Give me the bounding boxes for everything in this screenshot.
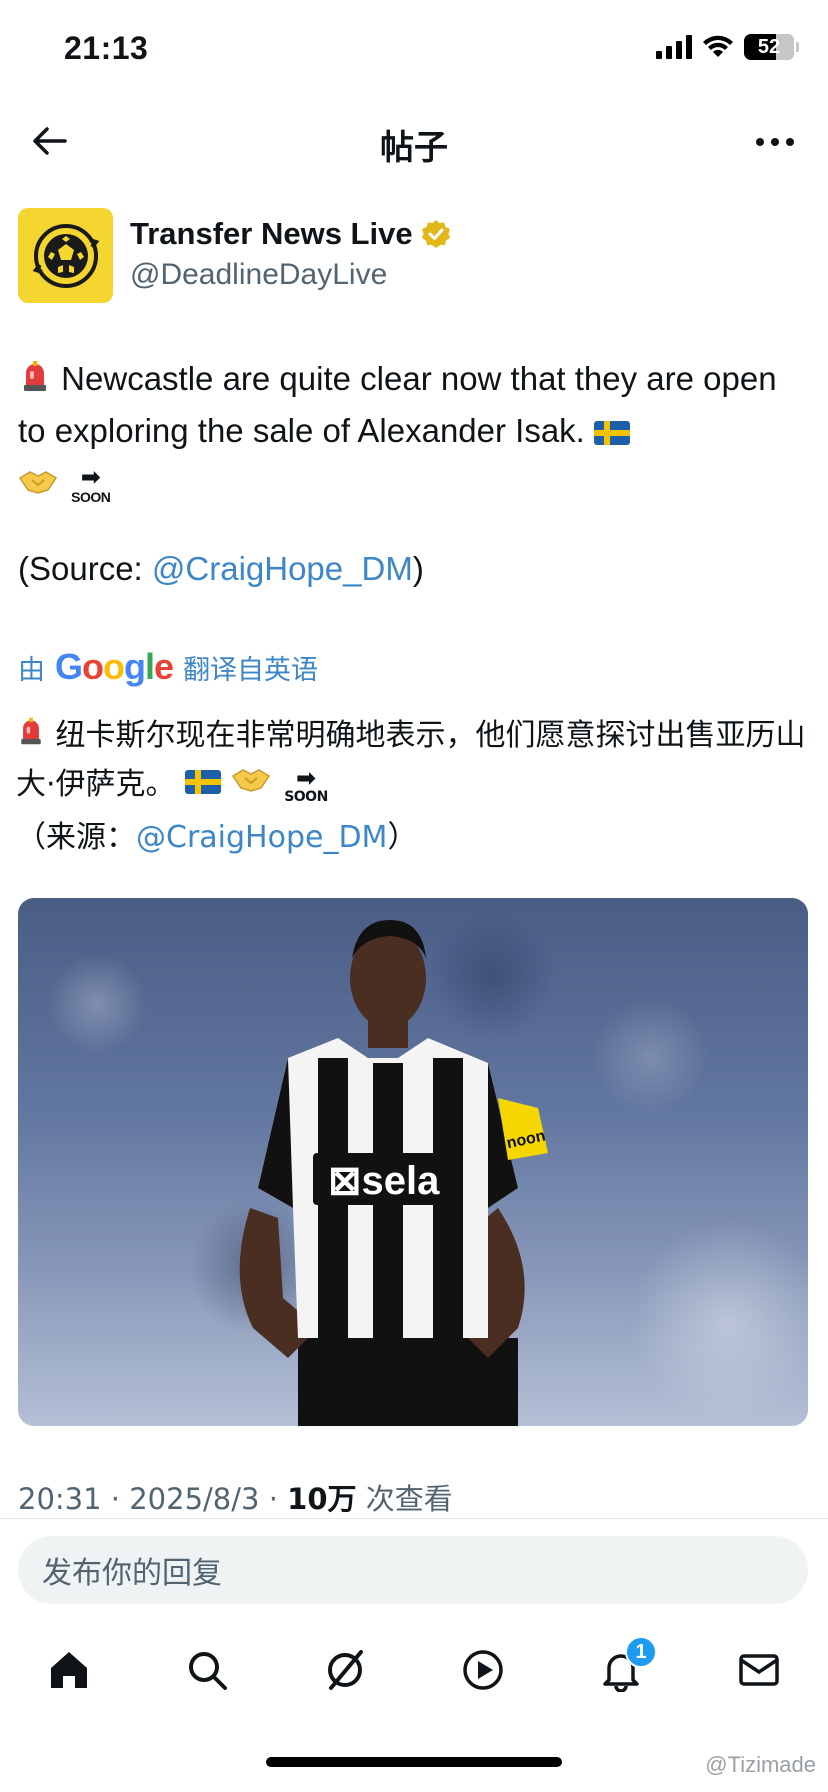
sponsor-text: sela bbox=[362, 1159, 441, 1203]
page-title: 帖子 bbox=[380, 128, 448, 168]
source-suffix: ) bbox=[412, 550, 424, 587]
reply-input[interactable]: 发布你的回复 bbox=[18, 1536, 808, 1604]
soon-label: SOON bbox=[284, 789, 328, 805]
status-icons: 52 bbox=[656, 34, 799, 60]
source-prefix: (Source: bbox=[18, 550, 152, 587]
watermark: @Tizimade bbox=[705, 1752, 816, 1777]
translated-source: （来源：@CraigHope_DM） bbox=[16, 812, 417, 856]
siren-emoji-icon bbox=[16, 713, 46, 761]
sweden-flag-icon bbox=[594, 409, 631, 458]
avatar[interactable] bbox=[18, 208, 113, 303]
sweden-flag-icon bbox=[185, 761, 222, 809]
notification-badge: 1 bbox=[625, 1636, 657, 1668]
reply-placeholder: 发布你的回复 bbox=[42, 1556, 222, 1591]
more-horizontal-icon bbox=[756, 138, 794, 146]
tweet-meta: 20:31 · 2025/8/3 · 10万 次查看 bbox=[18, 1482, 453, 1516]
soon-arrow-icon: ➡ SOON bbox=[71, 463, 111, 505]
verified-badge-icon bbox=[421, 220, 450, 248]
tab-video[interactable] bbox=[443, 1630, 523, 1710]
soon-arrow-icon: ➡ SOON bbox=[284, 764, 328, 805]
grok-icon bbox=[328, 1650, 363, 1690]
battery-level: 52 bbox=[757, 35, 781, 58]
tweet-text: Newcastle are quite clear now that they … bbox=[18, 354, 808, 509]
author-name-row[interactable]: Transfer News Live bbox=[130, 216, 451, 252]
divider bbox=[0, 1518, 828, 1519]
tab-messages[interactable] bbox=[719, 1630, 799, 1710]
tab-home[interactable] bbox=[29, 1630, 109, 1710]
tab-grok[interactable] bbox=[305, 1630, 385, 1710]
tweet-body: Newcastle are quite clear now that they … bbox=[18, 360, 777, 449]
translated-body: 纽卡斯尔现在非常明确地表示，他们愿意探讨出售亚历山大·伊萨克。 bbox=[16, 718, 806, 802]
translated-text: 纽卡斯尔现在非常明确地表示，他们愿意探讨出售亚历山大·伊萨克。 ➡ SOON bbox=[16, 712, 812, 809]
view-count[interactable]: 10万 bbox=[287, 1482, 356, 1516]
home-icon bbox=[51, 1652, 87, 1688]
home-indicator[interactable] bbox=[266, 1757, 562, 1767]
tweet-date: 2025/8/3 bbox=[129, 1482, 260, 1516]
tab-search[interactable] bbox=[167, 1630, 247, 1710]
translated-source-prefix: （来源： bbox=[16, 820, 136, 855]
author-name[interactable]: Transfer News Live bbox=[130, 216, 413, 252]
tab-notifications[interactable]: 1 bbox=[581, 1630, 661, 1710]
status-bar: 21:13 52 bbox=[0, 0, 828, 100]
translation-from-label: 翻译自英语 bbox=[183, 654, 319, 686]
football-player-illustration: ⊠sela noon bbox=[239, 920, 548, 1426]
more-options-button[interactable] bbox=[752, 124, 798, 160]
battery-icon: 52 bbox=[744, 34, 799, 60]
play-icon bbox=[463, 1650, 503, 1690]
siren-emoji-icon bbox=[18, 357, 52, 406]
translation-attribution[interactable]: 由 Google 翻译自英语 bbox=[18, 646, 318, 688]
handshake-emoji-icon bbox=[18, 460, 58, 509]
author-handle[interactable]: @DeadlineDayLive bbox=[130, 258, 387, 292]
nav-header: 帖子 bbox=[0, 100, 828, 180]
status-time: 21:13 bbox=[64, 30, 149, 66]
soon-label: SOON bbox=[71, 488, 111, 505]
search-icon bbox=[189, 1652, 227, 1690]
soccer-ball-logo-icon bbox=[32, 223, 99, 288]
mention-link[interactable]: @CraigHope_DM bbox=[136, 820, 387, 855]
mention-link[interactable]: @CraigHope_DM bbox=[152, 550, 413, 587]
cellular-signal-icon bbox=[656, 35, 692, 59]
tweet-photo[interactable]: ⊠sela noon bbox=[18, 898, 808, 1426]
mail-icon bbox=[739, 1654, 779, 1686]
bottom-tab-bar: 1 bbox=[0, 1630, 828, 1710]
translated-source-suffix: ） bbox=[387, 820, 418, 855]
wifi-icon bbox=[703, 35, 733, 57]
handshake-emoji-icon bbox=[231, 761, 271, 809]
svg-text:⊠sela: ⊠sela bbox=[328, 1159, 440, 1203]
view-label: 次查看 bbox=[365, 1482, 453, 1516]
translation-by-label: 由 bbox=[18, 654, 45, 686]
google-logo: Google bbox=[55, 646, 174, 687]
tweet-time: 20:31 bbox=[18, 1482, 102, 1516]
tweet-source: (Source: @CraigHope_DM) bbox=[18, 550, 424, 588]
author-row[interactable]: Transfer News Live @DeadlineDayLive bbox=[18, 208, 808, 304]
